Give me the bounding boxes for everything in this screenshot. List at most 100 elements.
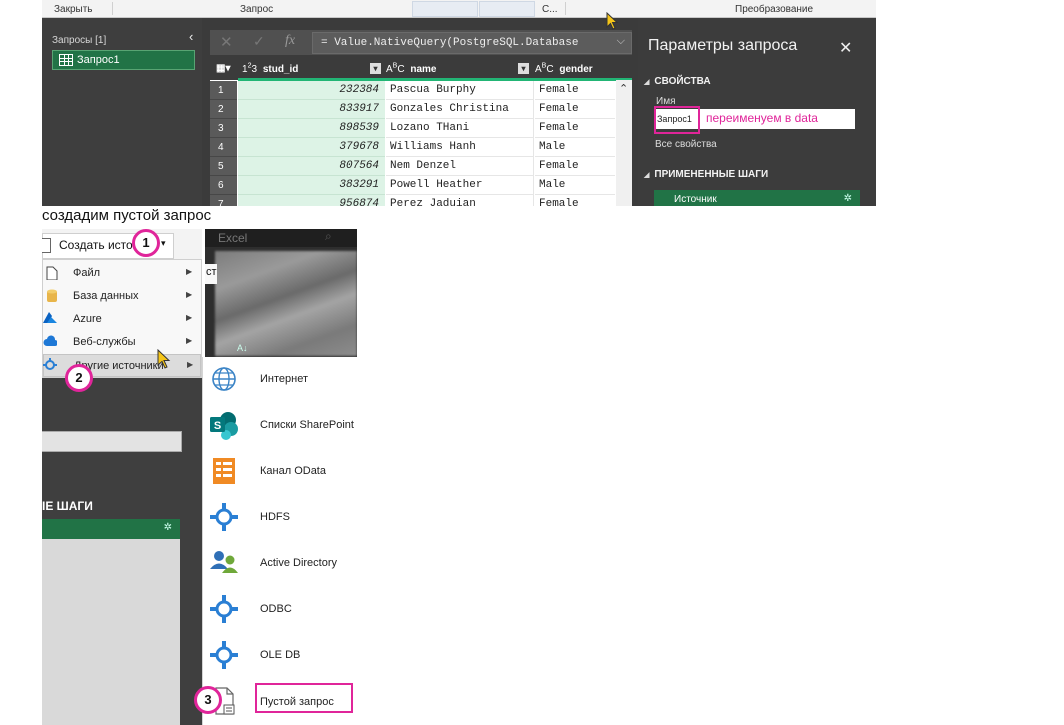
column-header-gender[interactable]: ABC gender: [535, 63, 593, 75]
name-input-obscured[interactable]: [42, 431, 182, 452]
cancel-formula-icon[interactable]: ✕: [220, 33, 233, 51]
submenu-item-label: ODBC: [260, 603, 292, 615]
chevron-right-icon: ▶: [186, 267, 193, 276]
row-number-cell[interactable]: 5: [210, 157, 237, 176]
submenu-item-sharepoint[interactable]: S Списки SharePoint: [203, 409, 361, 449]
applied-step-bar[interactable]: ✲: [42, 519, 180, 539]
expand-formula-icon[interactable]: ⌵: [617, 35, 625, 48]
applied-step-source[interactable]: Источник ✲: [654, 190, 860, 206]
gear-icon[interactable]: ✲: [844, 193, 852, 204]
name-cell[interactable]: Lozano THani: [386, 119, 534, 138]
gender-cell[interactable]: Female: [535, 157, 615, 176]
odbc-icon: [210, 595, 238, 623]
chevron-down-icon[interactable]: ▾: [161, 238, 166, 249]
row-number-cell[interactable]: 7: [210, 195, 237, 206]
stud-id-cell[interactable]: 833917: [238, 100, 385, 119]
name-cell[interactable]: Gonzales Christina: [386, 100, 534, 119]
other-sources-icon: [43, 358, 57, 370]
odata-icon: [213, 458, 235, 484]
row-number-cell[interactable]: 3: [210, 119, 237, 138]
close-icon[interactable]: ✕: [839, 38, 852, 58]
formula-text: = Value.NativeQuery(PostgreSQL.Database: [321, 37, 579, 49]
collapse-pane-icon[interactable]: ‹: [189, 29, 193, 44]
column-filter-icon[interactable]: ▾: [518, 63, 529, 74]
all-properties-link[interactable]: Все свойства: [655, 139, 717, 150]
menu-item-label: Файл: [73, 267, 101, 279]
chevron-right-icon: ▶: [186, 336, 193, 345]
table-row[interactable]: 7 956874 Perez Jaduian Female: [210, 195, 632, 206]
applied-steps-heading-partial: ІЕ ШАГИ: [42, 499, 93, 513]
name-cell[interactable]: Pascua Burphy: [386, 81, 534, 100]
grid-scrollbar[interactable]: ⌃: [616, 80, 632, 206]
formula-input[interactable]: = Value.NativeQuery(PostgreSQL.Database …: [312, 32, 632, 54]
gender-cell[interactable]: Male: [535, 176, 615, 195]
menu-item-web-services[interactable]: Веб-службы ▶: [43, 331, 201, 354]
rename-annotation: переименуем в data: [706, 111, 818, 125]
name-cell[interactable]: Powell Heather: [386, 176, 534, 195]
row-number-cell[interactable]: 1: [210, 81, 237, 100]
submenu-item-internet[interactable]: Интернет: [203, 363, 361, 403]
stud-id-cell[interactable]: 383291: [238, 176, 385, 195]
gender-cell[interactable]: Female: [535, 81, 615, 100]
table-icon: [59, 54, 73, 66]
gear-icon[interactable]: ✲: [164, 522, 172, 533]
column-header-stud-id[interactable]: 123 stud_id: [242, 63, 298, 75]
properties-heading: СВОЙСТВА: [644, 76, 710, 87]
ribbon-button[interactable]: [479, 1, 535, 17]
search-icon[interactable]: ⌕: [325, 229, 332, 244]
column-header-name[interactable]: ABC name: [386, 63, 436, 75]
menu-item-azure[interactable]: Azure ▶: [43, 308, 201, 331]
scroll-up-icon[interactable]: ⌃: [619, 82, 628, 95]
gender-cell[interactable]: Male: [535, 138, 615, 157]
column-header-label: name: [410, 64, 437, 76]
ribbon-button[interactable]: [412, 1, 478, 17]
table-row[interactable]: 3 898539 Lozano THani Female: [210, 119, 632, 138]
query-item-zapros1[interactable]: Запрос1: [52, 50, 195, 70]
sharepoint-icon: S: [210, 412, 238, 440]
row-number-cell[interactable]: 2: [210, 100, 237, 119]
name-highlight-box: [654, 106, 700, 134]
svg-text:S: S: [214, 420, 221, 432]
stud-id-cell[interactable]: 807564: [238, 157, 385, 176]
gender-cell[interactable]: Female: [535, 119, 615, 138]
table-row[interactable]: 2 833917 Gonzales Christina Female: [210, 100, 632, 119]
ribbon-transform-label: Преобразование: [735, 4, 814, 15]
menu-item-database[interactable]: База данных ▶: [43, 285, 201, 308]
type-text-icon: ABC: [535, 63, 554, 76]
step-label: Источник: [674, 194, 717, 205]
name-cell[interactable]: Perez Jaduian: [386, 195, 534, 206]
mouse-cursor-icon: [157, 349, 171, 369]
stud-id-cell[interactable]: 898539: [238, 119, 385, 138]
type-number-icon: 123: [242, 63, 258, 76]
menu-item-file[interactable]: Файл ▶: [43, 262, 201, 285]
query-settings-pane: Параметры запроса ✕ СВОЙСТВА Имя Запрос1…: [638, 18, 876, 206]
gender-cell[interactable]: Female: [535, 195, 615, 206]
table-menu-icon[interactable]: ▦▾: [216, 63, 230, 74]
row-number-cell[interactable]: 6: [210, 176, 237, 195]
submenu-item-oledb[interactable]: OLE DB: [203, 639, 361, 679]
stud-id-cell[interactable]: 956874: [238, 195, 385, 206]
submenu-item-odbc[interactable]: ODBC: [203, 593, 361, 633]
stud-id-cell[interactable]: 379678: [238, 138, 385, 157]
submenu-item-hdfs[interactable]: HDFS: [203, 501, 361, 541]
grid-header: ▦▾ 123 stud_id ▾ ABC name ▾ ABC gender: [210, 60, 632, 81]
azure-icon: [43, 312, 57, 323]
confirm-formula-icon[interactable]: ✓: [253, 33, 265, 50]
power-query-editor-screenshot: Закрыть Запрос С... Преобразование Запро…: [42, 0, 876, 206]
table-row[interactable]: 4 379678 Williams Hanh Male: [210, 138, 632, 157]
gender-cell[interactable]: Female: [535, 100, 615, 119]
fx-icon[interactable]: fx: [285, 33, 295, 49]
name-cell[interactable]: Nem Denzel: [386, 157, 534, 176]
table-row[interactable]: 1 232384 Pascua Burphy Female: [210, 81, 632, 100]
table-row[interactable]: 6 383291 Powell Heather Male: [210, 176, 632, 195]
stud-id-cell[interactable]: 232384: [238, 81, 385, 100]
active-directory-icon: [210, 551, 238, 573]
table-row[interactable]: 5 807564 Nem Denzel Female: [210, 157, 632, 176]
steps-list-area: [42, 539, 180, 725]
excel-titlebar: Excel ⌕: [205, 229, 357, 247]
column-filter-icon[interactable]: ▾: [370, 63, 381, 74]
name-cell[interactable]: Williams Hanh: [386, 138, 534, 157]
submenu-item-active-directory[interactable]: Active Directory: [203, 547, 361, 587]
row-number-cell[interactable]: 4: [210, 138, 237, 157]
submenu-item-odata[interactable]: Канал OData: [203, 455, 361, 495]
